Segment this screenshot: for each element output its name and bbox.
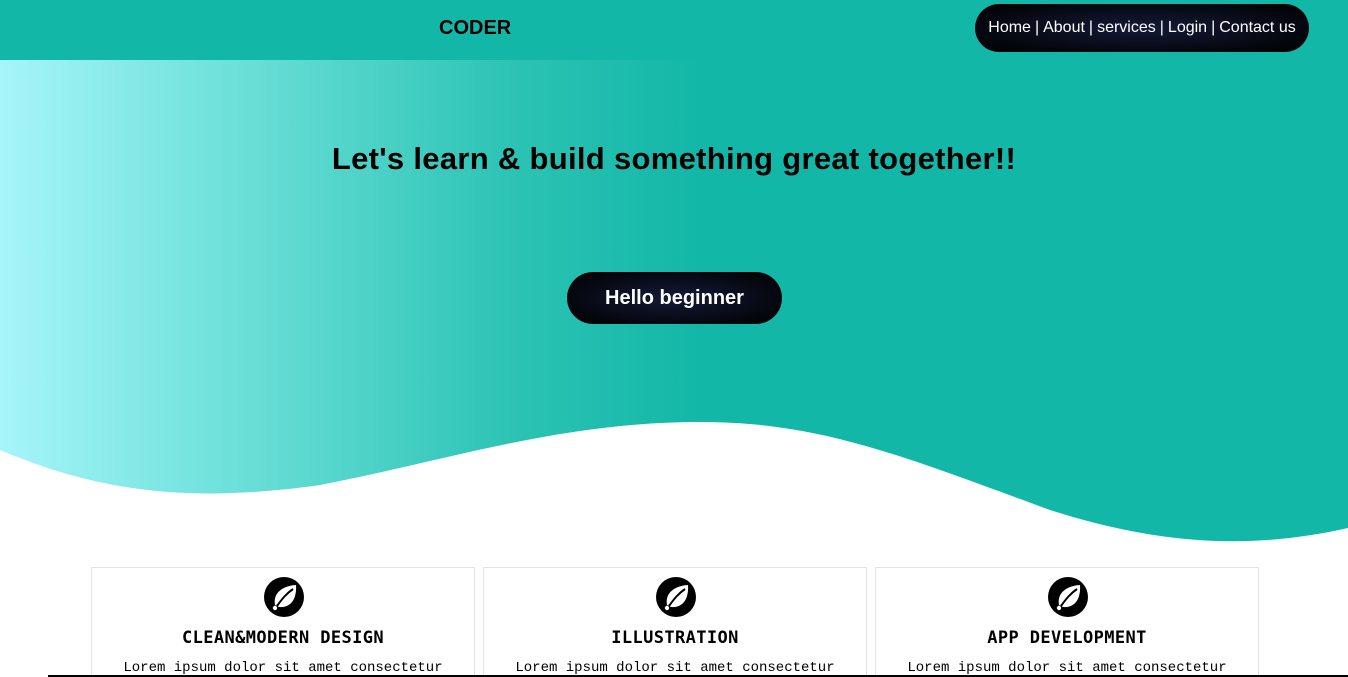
nav-separator: | bbox=[1159, 19, 1164, 36]
feature-card-app-development: APP DEVELOPMENT Lorem ipsum dolor sit am… bbox=[875, 567, 1259, 677]
card-title: APP DEVELOPMENT bbox=[987, 628, 1147, 648]
leaf-icon bbox=[656, 577, 696, 617]
nav-link-about[interactable]: About bbox=[1043, 19, 1085, 37]
card-title: ILLUSTRATION bbox=[611, 628, 739, 648]
nav-separator: | bbox=[1211, 19, 1216, 36]
nav-link-home[interactable]: Home bbox=[988, 19, 1031, 37]
leaf-icon bbox=[264, 577, 304, 617]
hello-beginner-button[interactable]: Hello beginner bbox=[567, 272, 782, 324]
feature-card-design: CLEAN&MODERN DESIGN Lorem ipsum dolor si… bbox=[91, 567, 475, 677]
nav-separator: | bbox=[1034, 19, 1040, 36]
nav-separator: | bbox=[1088, 19, 1094, 36]
navbar: CODER Home | About | services | Login | … bbox=[0, 0, 1348, 60]
card-text: Lorem ipsum dolor sit amet consectetur bbox=[907, 660, 1227, 676]
nav-link-services[interactable]: services bbox=[1097, 19, 1156, 37]
nav-menu: Home | About | services | Login | Contac… bbox=[975, 4, 1309, 52]
feature-card-illustration: ILLUSTRATION Lorem ipsum dolor sit amet … bbox=[483, 567, 867, 677]
nav-link-login[interactable]: Login bbox=[1168, 19, 1207, 37]
card-text: Lorem ipsum dolor sit amet consectetur bbox=[123, 660, 443, 676]
nav-link-contact[interactable]: Contact us bbox=[1219, 19, 1295, 37]
brand-logo[interactable]: CODER bbox=[439, 17, 511, 40]
hero-title: Let's learn & build something great toge… bbox=[331, 141, 1017, 176]
leaf-icon bbox=[1048, 577, 1088, 617]
card-text: Lorem ipsum dolor sit amet consectetur bbox=[515, 660, 835, 676]
card-title: CLEAN&MODERN DESIGN bbox=[181, 628, 385, 648]
